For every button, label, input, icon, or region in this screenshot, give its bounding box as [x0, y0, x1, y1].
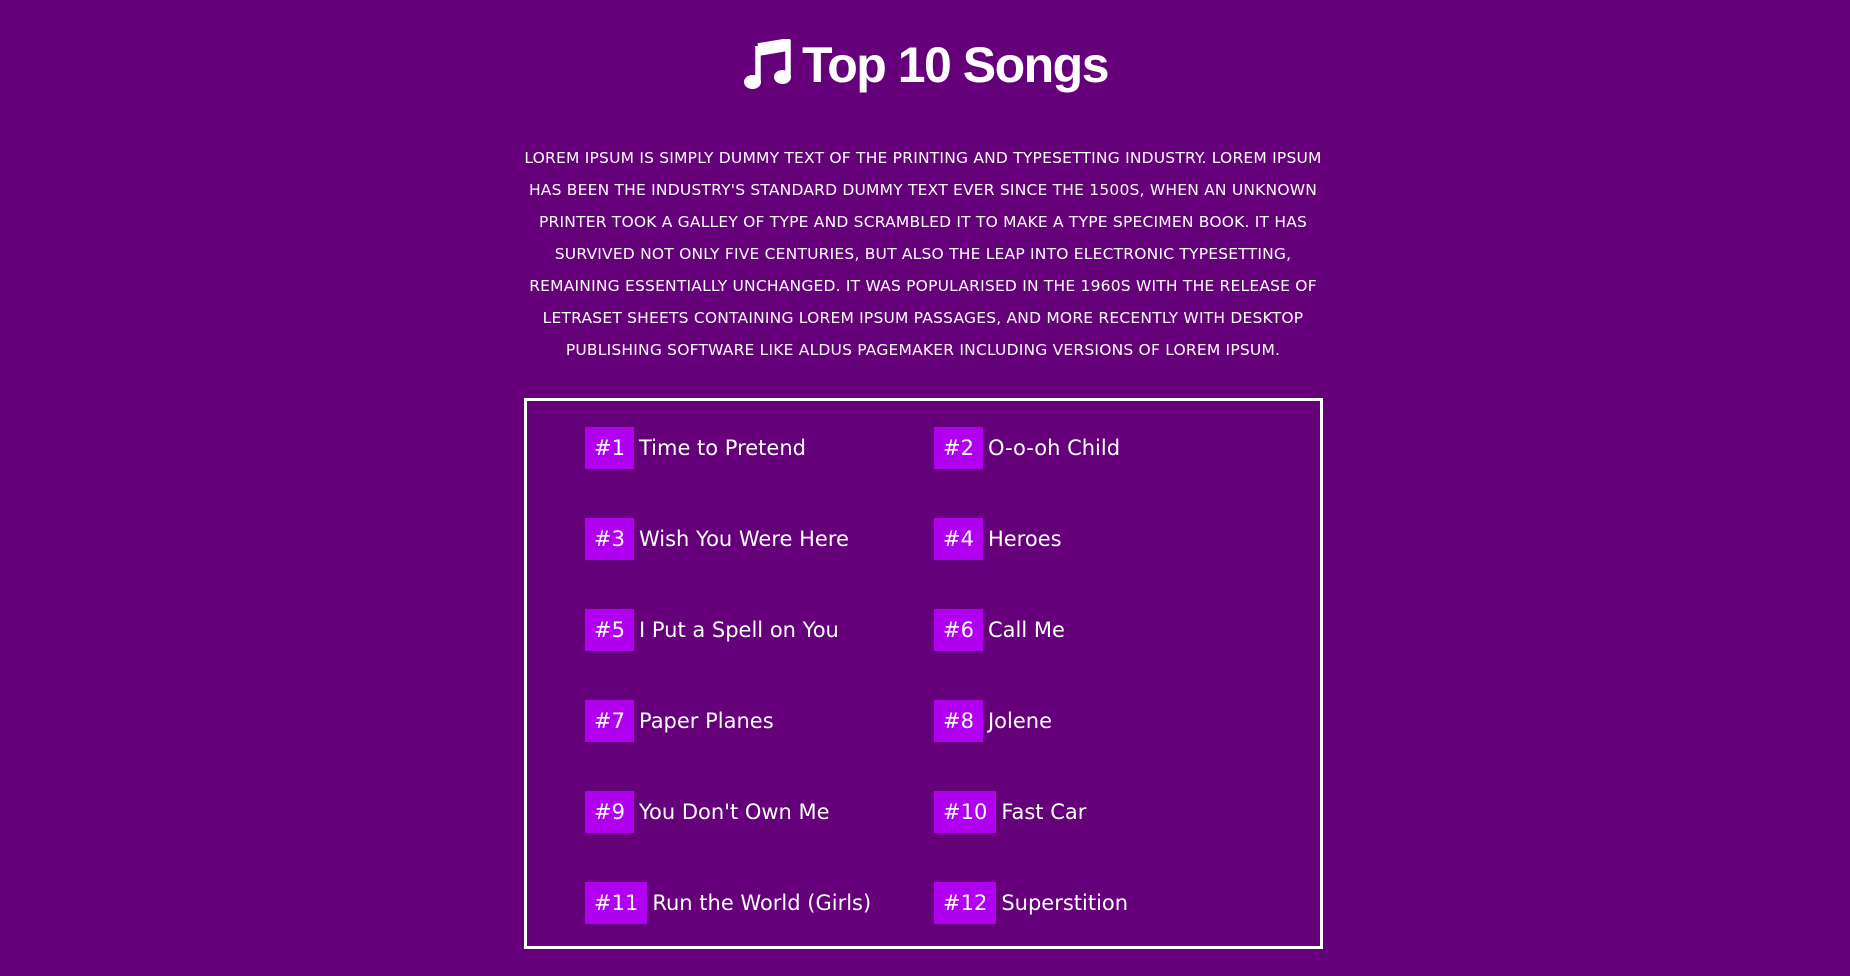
rank-badge: #11 — [585, 882, 648, 924]
page: Top 10 Songs Lorem Ipsum is simply dummy… — [0, 0, 1850, 976]
music-note-icon — [743, 39, 791, 89]
rank-badge: #6 — [934, 609, 983, 651]
song-title: Time to Pretend — [638, 436, 806, 460]
song-item: #8 Jolene — [934, 700, 1052, 742]
page-header: Top 10 Songs — [0, 30, 1850, 100]
song-item: #10 Fast Car — [934, 791, 1086, 833]
song-title: Heroes — [987, 527, 1062, 551]
song-item: #11 Run the World (Girls) — [585, 882, 871, 924]
song-item: #3 Wish You Were Here — [585, 518, 849, 560]
rank-badge: #1 — [585, 427, 634, 469]
rank-badge: #9 — [585, 791, 634, 833]
song-item: #2 O-o-oh Child — [934, 427, 1120, 469]
rank-badge: #5 — [585, 609, 634, 651]
rank-badge: #8 — [934, 700, 983, 742]
rank-badge: #7 — [585, 700, 634, 742]
rank-badge: #2 — [934, 427, 983, 469]
song-item: #4 Heroes — [934, 518, 1062, 560]
song-title: You Don't Own Me — [638, 800, 830, 824]
song-title: Fast Car — [1001, 800, 1087, 824]
song-title: I Put a Spell on You — [638, 618, 839, 642]
song-title: Jolene — [987, 709, 1052, 733]
song-item: #12 Superstition — [934, 882, 1128, 924]
song-item: #6 Call Me — [934, 609, 1065, 651]
song-title: Wish You Were Here — [638, 527, 849, 551]
song-title: Paper Planes — [638, 709, 774, 733]
song-item: #7 Paper Planes — [585, 700, 774, 742]
song-list: #1 Time to Pretend #2 O-o-oh Child #3 Wi… — [524, 398, 1323, 949]
rank-badge: #10 — [934, 791, 997, 833]
song-title: Call Me — [987, 618, 1065, 642]
song-title: O-o-oh Child — [987, 436, 1121, 460]
song-item: #1 Time to Pretend — [585, 427, 806, 469]
rank-badge: #4 — [934, 518, 983, 560]
song-title: Superstition — [1001, 891, 1129, 915]
song-item: #5 I Put a Spell on You — [585, 609, 839, 651]
rank-badge: #3 — [585, 518, 634, 560]
intro-text: Lorem Ipsum is simply dummy text of the … — [524, 149, 1322, 359]
rank-badge: #12 — [934, 882, 997, 924]
page-title: Top 10 Songs — [801, 37, 1110, 93]
song-item: #9 You Don't Own Me — [585, 791, 830, 833]
song-title: Run the World (Girls) — [652, 891, 872, 915]
